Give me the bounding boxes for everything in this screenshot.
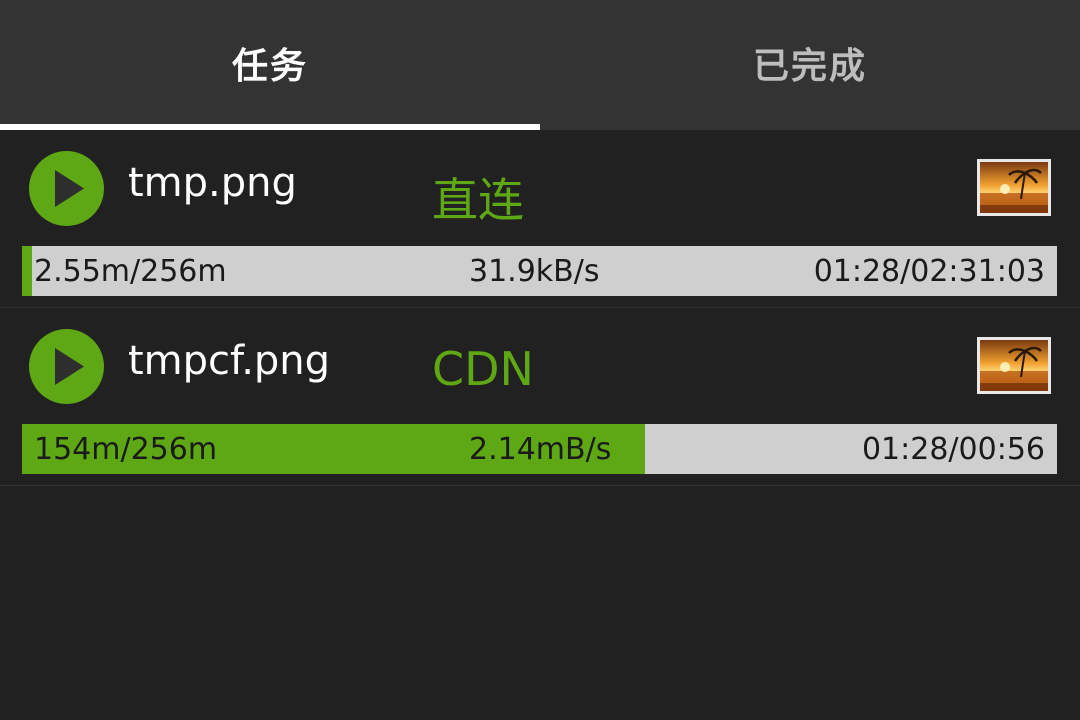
download-progress-bar: 154m/256m 2.14mB/s 01:28/00:56 (22, 424, 1057, 474)
tab-tasks[interactable]: 任务 (0, 0, 540, 130)
downloaded-size: 154m/256m (34, 432, 218, 467)
play-button[interactable] (29, 151, 104, 226)
tab-completed[interactable]: 已完成 (540, 0, 1080, 130)
progress-fill (22, 246, 33, 296)
download-speed: 31.9kB/s (469, 254, 600, 289)
task-row[interactable]: tmpcf.png CDN 154m/256m 2.14mB/s 01:28/0… (0, 308, 1080, 486)
task-row[interactable]: tmp.png 直连 2.55m/256m 31.9kB/s 01:28/02:… (0, 130, 1080, 308)
tab-bar: 任务 已完成 (0, 0, 1080, 130)
download-progress-bar: 2.55m/256m 31.9kB/s 01:28/02:31:03 (22, 246, 1057, 296)
play-button[interactable] (29, 329, 104, 404)
task-route-label: CDN (432, 342, 534, 396)
play-icon (55, 170, 84, 207)
play-icon (55, 348, 84, 385)
task-filename: tmp.png (128, 160, 297, 206)
downloaded-size: 2.55m/256m (34, 254, 227, 289)
image-thumbnail-icon[interactable] (977, 159, 1051, 216)
download-speed: 2.14mB/s (469, 432, 612, 467)
elapsed-remaining-time: 01:28/02:31:03 (813, 254, 1045, 289)
elapsed-remaining-time: 01:28/00:56 (861, 432, 1045, 467)
image-thumbnail-icon[interactable] (977, 337, 1051, 394)
task-filename: tmpcf.png (128, 338, 331, 384)
task-route-label: 直连 (432, 173, 524, 227)
